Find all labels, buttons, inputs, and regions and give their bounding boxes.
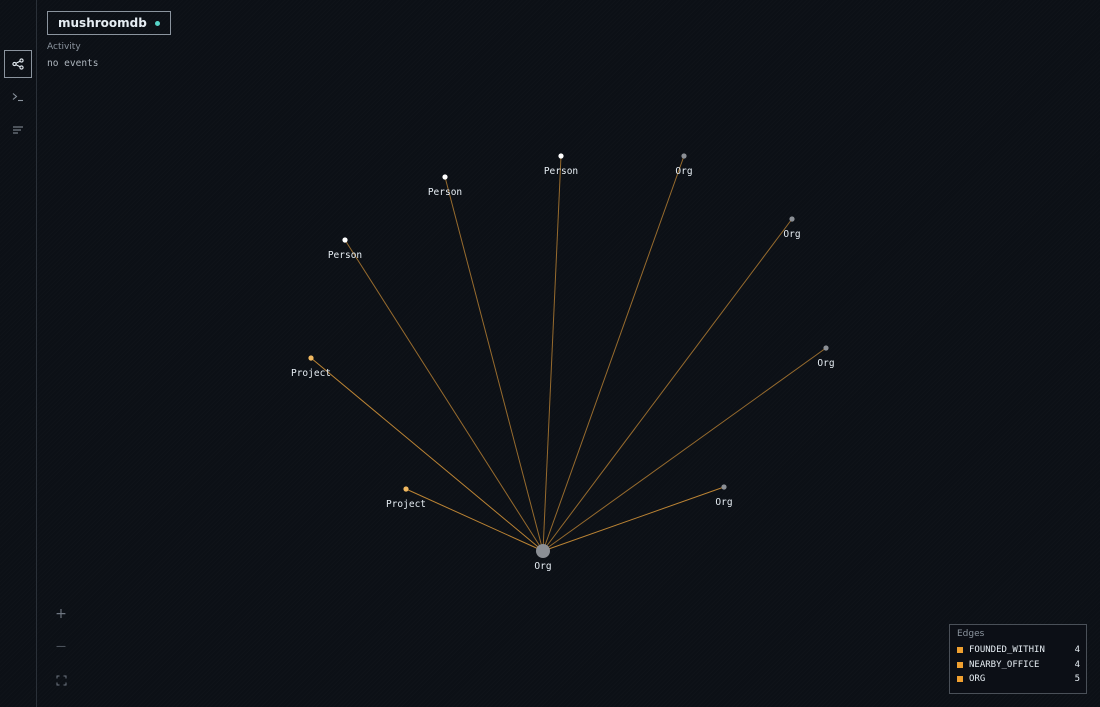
legend-title: Edges — [957, 629, 985, 639]
graph-edge[interactable] — [542, 347, 827, 552]
graph-node-person[interactable]: Person — [328, 237, 362, 261]
graph-node-person[interactable]: Person — [544, 153, 578, 177]
edges-legend: Edges FOUNDED_WITHIN 4 NEARBY_OFFICE 4 O… — [949, 624, 1087, 694]
graph-node-org[interactable]: Org — [783, 216, 801, 240]
graph-node-org[interactable]: Org — [817, 345, 835, 369]
graph-node-dot[interactable] — [442, 174, 448, 180]
zoom-in-button[interactable]: + — [52, 605, 70, 623]
graph-node-label: Org — [534, 561, 551, 572]
graph-node-dot[interactable] — [823, 345, 829, 351]
graph-node-label: Person — [328, 250, 362, 261]
graph-edge[interactable] — [444, 176, 544, 552]
legend-swatch — [957, 647, 963, 654]
graph-node-label: Org — [675, 166, 692, 177]
legend-item-count: 5 — [1074, 674, 1080, 685]
fit-view-button[interactable] — [52, 671, 70, 689]
graph-edge[interactable] — [310, 357, 544, 552]
graph-node-dot[interactable] — [342, 237, 348, 243]
graph-node-org[interactable]: Org — [715, 484, 733, 508]
graph-canvas[interactable]: Org Person Person Person Org Org Org Org Project… — [0, 0, 1100, 707]
graph-node-project[interactable]: Project — [291, 355, 331, 379]
graph-node-dot[interactable] — [308, 355, 314, 361]
legend-item-name: NEARBY_OFFICE — [969, 659, 1040, 670]
graph-node-org[interactable]: Org — [534, 544, 552, 572]
legend-swatch — [957, 661, 963, 668]
graph-node-label: Person — [544, 166, 578, 177]
legend-swatch — [957, 676, 963, 683]
graph-node-label: Org — [817, 358, 834, 369]
graph-node-dot[interactable] — [721, 484, 727, 490]
graph-node-label: Project — [291, 368, 331, 379]
graph-node-org[interactable]: Org — [675, 153, 693, 177]
graph-node-project[interactable]: Project — [386, 486, 426, 510]
graph-node-dot[interactable] — [536, 544, 550, 558]
graph-edge[interactable] — [344, 239, 544, 552]
zoom-out-button[interactable]: — — [52, 638, 70, 656]
legend-item[interactable]: NEARBY_OFFICE 4 — [957, 658, 1080, 673]
graph-node-dot[interactable] — [403, 486, 409, 492]
graph-node-label: Org — [783, 229, 800, 240]
legend-item-name: FOUNDED_WITHIN — [969, 645, 1045, 656]
fit-icon — [56, 675, 66, 685]
graph-edges — [310, 155, 827, 552]
legend-item-count: 4 — [1074, 645, 1080, 656]
legend-item[interactable]: FOUNDED_WITHIN 4 — [957, 643, 1080, 658]
graph-node-person[interactable]: Person — [428, 174, 462, 198]
graph-edge[interactable] — [542, 486, 725, 552]
graph-edge[interactable] — [542, 155, 685, 552]
graph-node-dot[interactable] — [558, 153, 564, 159]
graph-edge[interactable] — [542, 155, 562, 552]
graph-node-dot[interactable] — [681, 153, 687, 159]
graph-edge[interactable] — [405, 488, 544, 552]
legend-item-name: ORG — [969, 674, 986, 685]
graph-node-label: Person — [428, 187, 462, 198]
graph-node-dot[interactable] — [789, 216, 795, 222]
graph-nodes: Org Person Person Person Org Org Org Org Project… — [291, 153, 835, 572]
graph-node-label: Org — [715, 497, 732, 508]
legend-item[interactable]: ORG 5 — [957, 672, 1080, 687]
graph-edge[interactable] — [542, 218, 793, 552]
legend-item-count: 4 — [1074, 659, 1080, 670]
graph-node-label: Project — [386, 499, 426, 510]
